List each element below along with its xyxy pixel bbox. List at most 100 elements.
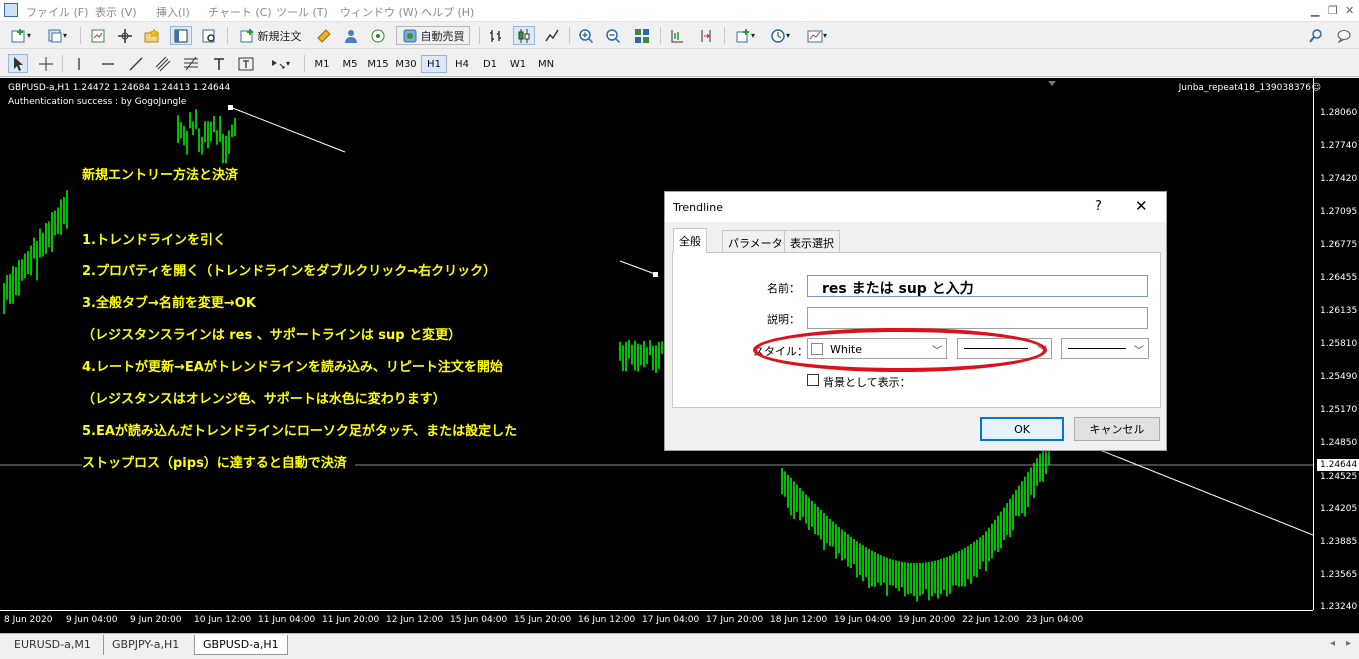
- chart-tab[interactable]: EURUSD-a,M1: [6, 635, 99, 655]
- timeframe-d1[interactable]: D1: [477, 55, 503, 73]
- ok-button[interactable]: OK: [980, 417, 1064, 441]
- menu-file[interactable]: ファイル (F): [26, 4, 88, 20]
- timeframe-m30[interactable]: M30: [393, 55, 419, 73]
- crosshair-icon: [39, 56, 53, 71]
- market-watch-button[interactable]: [88, 26, 108, 45]
- metaeditor-button[interactable]: [314, 26, 334, 45]
- background-checkbox[interactable]: [807, 374, 819, 386]
- menu-window[interactable]: ウィンドウ (W): [340, 4, 418, 20]
- trendline-icon: [129, 57, 143, 70]
- time-axis: 8 Jun 2020 9 Jun 04:00 9 Jun 20:00 10 Ju…: [0, 610, 1313, 633]
- chart-tab[interactable]: GBPJPY-a,H1: [103, 635, 187, 655]
- price-label: 1.28060: [1320, 108, 1358, 118]
- name-input[interactable]: res または sup と入力: [807, 275, 1148, 297]
- timeframe-m15[interactable]: M15: [365, 55, 391, 73]
- market-watch-icon: [91, 29, 105, 42]
- line-width-select[interactable]: ﹀: [1061, 338, 1149, 359]
- equidistant-channel-button[interactable]: [153, 54, 173, 73]
- timeframe-m5[interactable]: M5: [337, 55, 363, 73]
- auto-trading-button[interactable]: 自動売買: [396, 26, 470, 45]
- accounts-button[interactable]: [341, 26, 361, 45]
- scroll-right-icon[interactable]: ▸: [1346, 638, 1351, 649]
- data-window-button[interactable]: [115, 26, 135, 45]
- bar-chart-button[interactable]: [486, 26, 506, 45]
- timeframe-mn[interactable]: MN: [533, 55, 559, 73]
- time-label: 17 Jun 20:00: [706, 615, 764, 625]
- navigator-button[interactable]: [142, 26, 162, 45]
- price-label: 1.26775: [1320, 240, 1358, 250]
- vertical-line-button[interactable]: [70, 54, 88, 73]
- annotation-step: ストップロス（pips）に達すると自動で決済: [82, 452, 355, 471]
- new-chart-button[interactable]: ▾: [6, 26, 36, 45]
- tab-general[interactable]: 全般: [673, 228, 707, 253]
- strategy-tester-button[interactable]: [199, 26, 219, 45]
- expert-advisor-name: Junba_repeat418_139038376: [1178, 83, 1311, 93]
- trendline-anchor-2: [653, 272, 658, 277]
- menu-view[interactable]: 表示 (V): [95, 4, 137, 20]
- profiles-button[interactable]: ▾: [42, 26, 72, 45]
- close-icon[interactable]: ✕: [1345, 4, 1354, 17]
- horizontal-line-button[interactable]: [99, 54, 117, 73]
- tile-windows-icon: [635, 28, 649, 43]
- menu-chart[interactable]: チャート (C): [208, 4, 272, 20]
- arrows-button[interactable]: ▾: [264, 54, 296, 73]
- autoscroll-button[interactable]: [696, 26, 716, 45]
- menu-bar: ファイル (F) 表示 (V) 挿入(I) チャート (C) ツール (T) ウ…: [0, 0, 1359, 22]
- crosshair-button[interactable]: [36, 54, 56, 73]
- background-label: 背景として表示：: [823, 376, 911, 389]
- periods-button[interactable]: ▾: [766, 26, 794, 45]
- text-label-button[interactable]: [236, 54, 256, 73]
- time-label: 8 Jun 2020: [4, 615, 53, 625]
- timeframe-m1[interactable]: M1: [309, 55, 335, 73]
- tile-windows-button[interactable]: [632, 26, 652, 45]
- text-icon: [214, 57, 224, 70]
- app-icon: [4, 3, 18, 17]
- indicators-button[interactable]: ▾: [731, 26, 759, 45]
- zoom-out-button[interactable]: [603, 26, 623, 45]
- fibonacci-button[interactable]: [181, 54, 201, 73]
- price-label: 1.25490: [1320, 372, 1358, 382]
- restore-icon[interactable]: ❐: [1328, 4, 1338, 17]
- price-label: 1.27740: [1320, 141, 1358, 151]
- chart-shift-marker: [1048, 81, 1056, 86]
- candlestick-button[interactable]: [513, 26, 535, 45]
- timeframe-w1[interactable]: W1: [505, 55, 531, 73]
- chart-tab-active[interactable]: GBPUSD-a,H1: [194, 635, 288, 655]
- signals-button[interactable]: [368, 26, 388, 45]
- standard-toolbar: ▾ ▾ 新規注文 自動売買 ▾ ▾ ▾: [0, 22, 1359, 49]
- chart-title: GBPUSD-a,H1 1.24472 1.24684 1.24413 1.24…: [8, 83, 231, 93]
- vertical-line-icon: [78, 57, 80, 70]
- help-icon[interactable]: ?: [1095, 199, 1102, 214]
- dialog-title-bar[interactable]: Trendline ? ✕: [665, 192, 1166, 222]
- tab-visualization[interactable]: 表示選択: [784, 230, 840, 252]
- menu-tools[interactable]: ツール (T): [276, 4, 328, 20]
- dialog-close-icon[interactable]: ✕: [1135, 197, 1148, 215]
- menu-insert[interactable]: 挿入(I): [156, 4, 190, 20]
- new-order-button[interactable]: 新規注文: [234, 26, 306, 45]
- zoom-in-button[interactable]: [576, 26, 596, 45]
- chart-shift-button[interactable]: [667, 26, 687, 45]
- description-input[interactable]: [807, 307, 1148, 329]
- cursor-button[interactable]: [8, 54, 28, 73]
- minimize-icon[interactable]: ▁: [1311, 4, 1319, 17]
- chat-button[interactable]: [1334, 26, 1354, 45]
- templates-button[interactable]: ▾: [802, 26, 832, 45]
- terminal-button[interactable]: [170, 26, 192, 45]
- text-button[interactable]: [209, 54, 229, 73]
- search-button[interactable]: [1307, 26, 1325, 45]
- terminal-icon: [174, 29, 188, 42]
- auto-trading-label: 自動売買: [420, 29, 465, 43]
- text-label-icon: [238, 57, 254, 70]
- trendline-button[interactable]: [127, 54, 145, 73]
- timeframe-h1[interactable]: H1: [421, 55, 447, 73]
- price-label: 1.26455: [1320, 273, 1358, 283]
- annotation-step: 1.トレンドラインを引く: [82, 233, 226, 248]
- time-label: 16 Jun 12:00: [578, 615, 636, 625]
- line-chart-button[interactable]: [542, 26, 562, 45]
- cancel-button[interactable]: キャンセル: [1074, 417, 1160, 441]
- timeframe-h4[interactable]: H4: [449, 55, 475, 73]
- scroll-left-icon[interactable]: ◂: [1330, 638, 1335, 649]
- price-label: 1.24850: [1320, 438, 1358, 448]
- menu-help[interactable]: ヘルプ (H): [421, 4, 474, 20]
- time-label: 19 Jun 04:00: [834, 615, 892, 625]
